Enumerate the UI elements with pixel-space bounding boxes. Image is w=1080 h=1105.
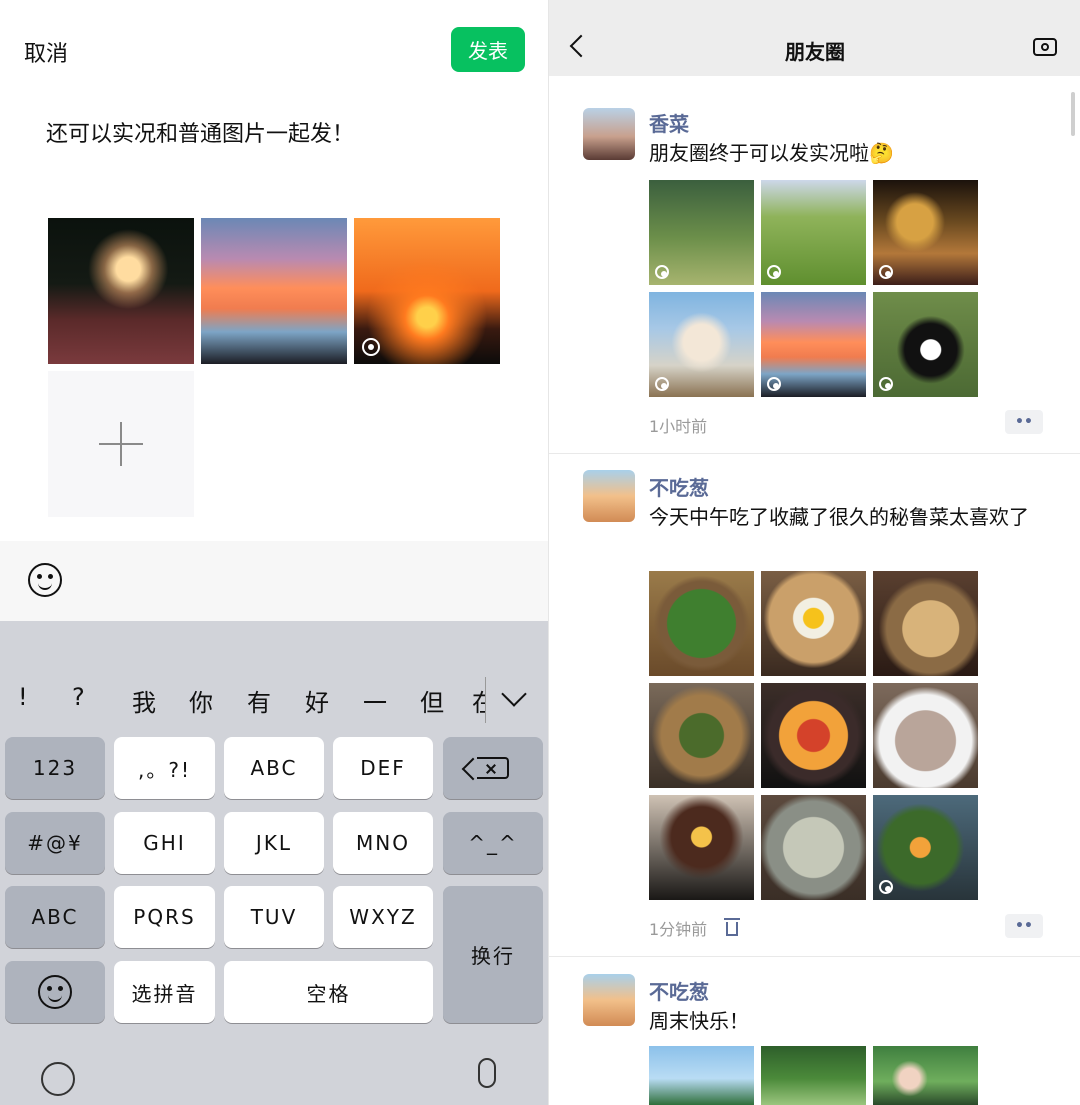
- plus-icon: [99, 422, 143, 466]
- photo-thumbnail[interactable]: [201, 218, 347, 364]
- live-photo-icon: [767, 377, 781, 391]
- composer-panel: 取消 发表 还可以实况和普通图片一起发！ ! ? 我 你 有 好 一 但 在 1…: [0, 0, 548, 1105]
- photo-thumbnail[interactable]: [354, 218, 500, 364]
- post-photo[interactable]: [873, 1046, 978, 1105]
- key-wxyz[interactable]: WXYZ: [333, 886, 433, 948]
- key-delete[interactable]: [443, 737, 543, 799]
- candidate-word[interactable]: 在: [472, 683, 485, 718]
- post-photo[interactable]: [649, 683, 754, 788]
- avatar[interactable]: [583, 470, 635, 522]
- live-photo-icon: [879, 265, 893, 279]
- backspace-icon: [461, 757, 509, 781]
- key-symbols[interactable]: #@¥: [5, 812, 105, 874]
- post-time: 1小时前: [649, 417, 708, 436]
- key-mno[interactable]: MNO: [333, 812, 433, 874]
- key-jkl[interactable]: JKL: [224, 812, 324, 874]
- add-photo-button[interactable]: [48, 371, 194, 517]
- candidate-word[interactable]: 好: [305, 683, 329, 718]
- key-emoji[interactable]: [5, 961, 105, 1023]
- post-photo[interactable]: [873, 180, 978, 285]
- key-pqrs[interactable]: PQRS: [114, 886, 215, 948]
- post-photo[interactable]: [761, 571, 866, 676]
- post-text: 今天中午吃了收藏了很久的秘鲁菜太喜欢了: [649, 505, 1029, 529]
- key-emoticon[interactable]: ^_^: [443, 812, 543, 874]
- emoji-icon[interactable]: [28, 563, 62, 597]
- post-author[interactable]: 不吃葱: [649, 472, 709, 501]
- key-tuv[interactable]: TUV: [224, 886, 324, 948]
- microphone-icon[interactable]: [478, 1058, 496, 1088]
- candidate-word[interactable]: 你: [189, 683, 213, 718]
- key-abc-switch[interactable]: ABC: [5, 886, 105, 948]
- key-newline[interactable]: 换行: [443, 886, 543, 1023]
- emoji-icon: [38, 975, 72, 1009]
- candidate-divider: [485, 677, 486, 723]
- cancel-button[interactable]: 取消: [24, 36, 68, 68]
- avatar[interactable]: [583, 108, 635, 160]
- live-photo-icon: [362, 338, 380, 356]
- key-abc[interactable]: ABC: [224, 737, 324, 799]
- nav-bar: 朋友圈: [549, 0, 1080, 76]
- divider: [549, 453, 1080, 454]
- live-photo-icon: [767, 265, 781, 279]
- candidate-word[interactable]: 我: [132, 683, 156, 718]
- post-photo[interactable]: [873, 795, 978, 900]
- post-photo[interactable]: [873, 683, 978, 788]
- post-photo[interactable]: [761, 1046, 866, 1105]
- candidate-word[interactable]: ?: [72, 683, 85, 711]
- post-photo[interactable]: [873, 292, 978, 397]
- post-photo[interactable]: [873, 571, 978, 676]
- post-author[interactable]: 香菜: [649, 108, 689, 137]
- candidate-word[interactable]: 一: [363, 683, 387, 718]
- candidate-word[interactable]: !: [18, 683, 28, 711]
- camera-icon[interactable]: [1033, 38, 1057, 56]
- divider: [549, 956, 1080, 957]
- live-photo-icon: [655, 265, 669, 279]
- moments-panel: 朋友圈 香菜 朋友圈终于可以发实况啦🤔 1小时前 •• 不吃葱 今天中午吃了收藏…: [548, 0, 1080, 1105]
- key-123[interactable]: 123: [5, 737, 105, 799]
- delete-icon[interactable]: [724, 918, 740, 936]
- avatar[interactable]: [583, 974, 635, 1026]
- post-photo[interactable]: [649, 292, 754, 397]
- key-pinyin[interactable]: 选拼音: [114, 961, 215, 1023]
- candidate-bar: ! ? 我 你 有 好 一 但 在: [0, 665, 548, 731]
- more-actions-button[interactable]: ••: [1005, 410, 1043, 434]
- globe-icon[interactable]: [41, 1062, 75, 1096]
- post-photo[interactable]: [761, 795, 866, 900]
- candidate-word[interactable]: 有: [247, 683, 271, 718]
- post-photo[interactable]: [649, 180, 754, 285]
- post-author[interactable]: 不吃葱: [649, 976, 709, 1005]
- post-photo[interactable]: [649, 571, 754, 676]
- post-photo[interactable]: [761, 683, 866, 788]
- candidate-word[interactable]: 但: [420, 683, 444, 718]
- photo-thumbnail[interactable]: [48, 218, 194, 364]
- post-time: 1分钟前: [649, 920, 708, 939]
- key-def[interactable]: DEF: [333, 737, 433, 799]
- live-photo-icon: [879, 880, 893, 894]
- scrollbar[interactable]: [1071, 92, 1075, 136]
- key-space[interactable]: 空格: [224, 961, 433, 1023]
- post-text: 周末快乐！: [649, 1009, 749, 1033]
- key-ghi[interactable]: GHI: [114, 812, 215, 874]
- post-photo[interactable]: [761, 292, 866, 397]
- compose-text-input[interactable]: 还可以实况和普通图片一起发！: [46, 116, 354, 148]
- live-photo-icon: [879, 377, 893, 391]
- emoji-toolbar: [0, 541, 548, 621]
- key-punctuation[interactable]: ,。?!: [114, 737, 215, 799]
- post-text: 朋友圈终于可以发实况啦🤔: [649, 141, 894, 165]
- post-photo[interactable]: [649, 1046, 754, 1105]
- more-actions-button[interactable]: ••: [1005, 914, 1043, 938]
- keyboard: ! ? 我 你 有 好 一 但 在 123 ,。?! ABC DEF #@¥ G…: [0, 621, 548, 1105]
- page-title: 朋友圈: [785, 40, 845, 64]
- post-photo[interactable]: [761, 180, 866, 285]
- post-button[interactable]: 发表: [451, 27, 525, 72]
- live-photo-icon: [655, 377, 669, 391]
- post-photo[interactable]: [649, 795, 754, 900]
